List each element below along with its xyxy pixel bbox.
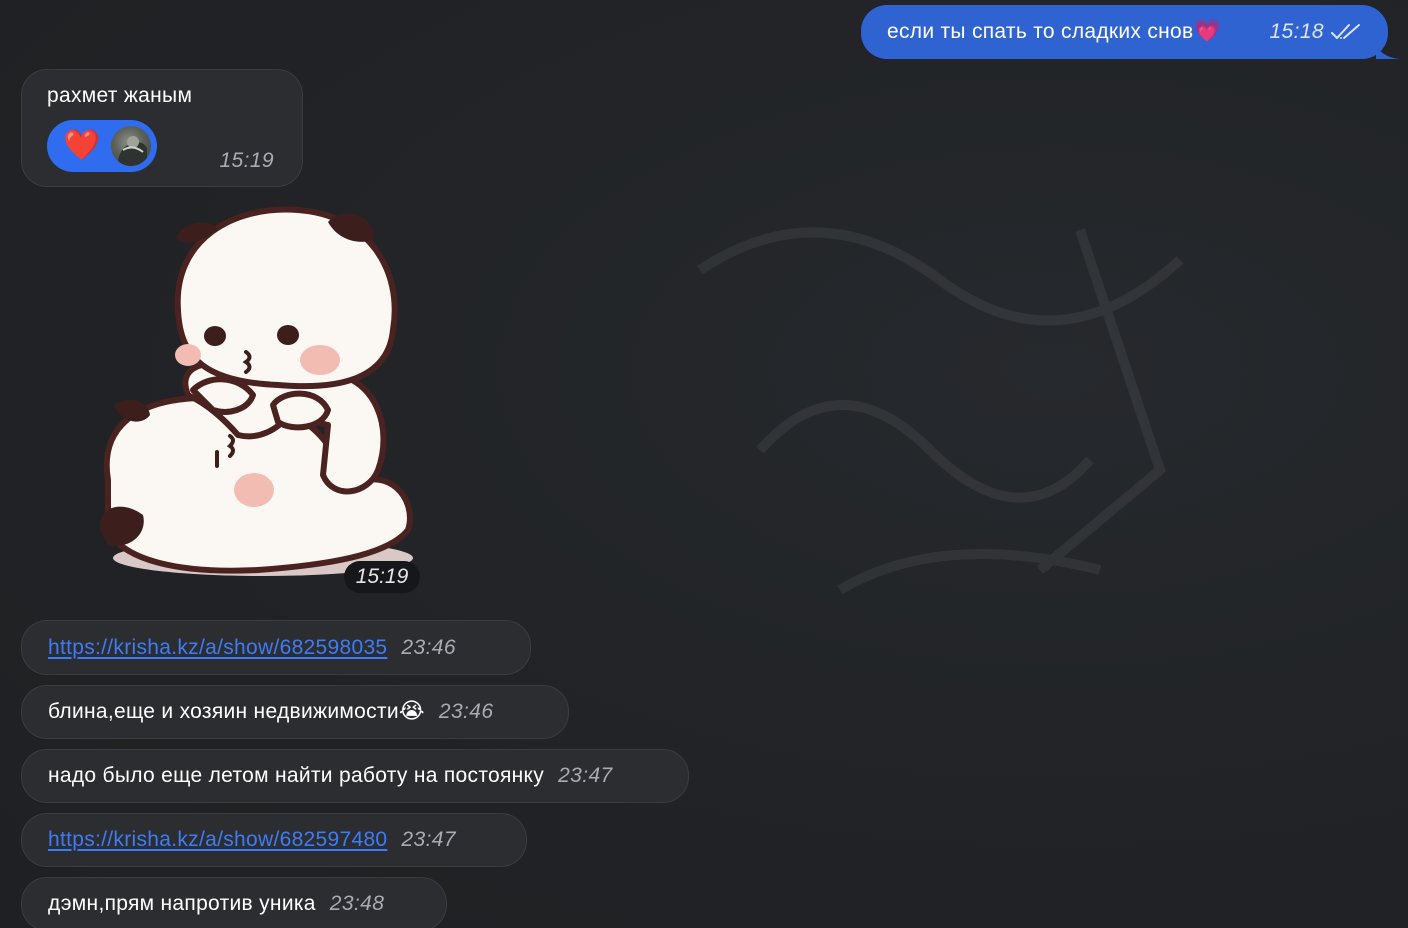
message-time: 23:47 — [558, 764, 613, 787]
wallpaper-pattern — [697, 227, 1184, 595]
double-check-icon — [1331, 24, 1360, 39]
sticker-time: 15:19 — [344, 561, 420, 593]
message-text-wrap: блина,еще и хозяин недвижимости😭 — [48, 700, 425, 724]
message-time: 15:19 — [219, 149, 274, 172]
message-text-wrap: если ты спать то сладких снов💗 — [887, 20, 1221, 44]
message-time: 23:48 — [329, 892, 385, 915]
message-text: надо было еще летом найти работу на пост… — [48, 764, 545, 787]
incoming-message[interactable]: блина,еще и хозяин недвижимости😭 23:46 — [21, 685, 569, 739]
reaction-pill[interactable]: ❤️ — [47, 120, 157, 172]
incoming-message[interactable]: https://krisha.kz/a/show/682598035 23:46 — [21, 620, 531, 675]
message-text: дэмн,прям напротив уника — [48, 892, 316, 915]
message-link[interactable]: https://krisha.kz/a/show/682597480 — [48, 828, 387, 852]
message-link[interactable]: https://krisha.kz/a/show/682598035 — [48, 636, 387, 660]
message-time: 23:46 — [401, 635, 456, 659]
avatar-image — [117, 136, 147, 166]
message-text: если ты спать то сладких снов — [887, 20, 1194, 43]
outgoing-message[interactable]: если ты спать то сладких снов💗 15:18 — [861, 5, 1400, 59]
crying-face-emoji: 😭 — [398, 698, 425, 723]
message-time: 15:18 — [1269, 20, 1324, 43]
message-text: блина,еще и хозяин недвижимости — [48, 700, 399, 723]
chat-history[interactable]: если ты спать то сладких снов💗 15:18 рах… — [0, 0, 1408, 928]
reaction-avatar — [111, 126, 151, 166]
panda-sticker[interactable] — [88, 200, 428, 590]
message-time: 23:47 — [401, 828, 456, 851]
message-text: рахмет жаным — [47, 84, 193, 107]
incoming-message[interactable]: дэмн,прям напротив уника 23:48 — [21, 877, 447, 928]
sparkling-heart-emoji: 💗 — [1193, 18, 1222, 43]
message-meta: 15:18 — [1269, 20, 1362, 44]
red-heart-icon: ❤️ — [63, 129, 101, 162]
bubble-tail-icon — [1376, 43, 1400, 59]
incoming-message[interactable]: https://krisha.kz/a/show/682597480 23:47 — [21, 813, 527, 867]
message-time: 23:46 — [438, 700, 494, 723]
incoming-message[interactable]: надо было еще летом найти работу на пост… — [21, 749, 689, 803]
incoming-message[interactable]: рахмет жаным ❤️ 15:19 — [21, 69, 303, 187]
